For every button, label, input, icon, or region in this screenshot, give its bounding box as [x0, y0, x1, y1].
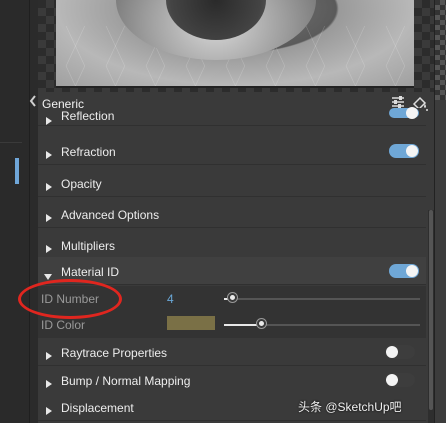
section-label: Bump / Normal Mapping: [61, 374, 191, 388]
expand-arrow-icon: [46, 146, 54, 159]
refraction-toggle[interactable]: [389, 144, 419, 158]
section-label: Material ID: [61, 265, 120, 279]
id-color-slider-handle[interactable]: [257, 319, 267, 328]
section-label: Raytrace Properties: [61, 346, 168, 360]
section-label: Displacement: [61, 401, 134, 415]
right-edge-scrollbar[interactable]: [434, 0, 446, 423]
section-bump-normal-mapping[interactable]: Bump / Normal Mapping: [38, 366, 426, 394]
id-number-slider-handle[interactable]: [227, 293, 237, 302]
expand-arrow-icon: [46, 178, 54, 191]
watermark-text: 头条 @SketchUp吧: [298, 400, 402, 414]
expand-arrow-icon: [46, 375, 54, 388]
left-divider: [0, 142, 22, 143]
section-refraction[interactable]: Refraction: [38, 137, 426, 165]
panel-scrollbar[interactable]: [428, 210, 434, 423]
material-id-toggle[interactable]: [389, 264, 419, 278]
expand-arrow-icon: [46, 240, 54, 253]
raytrace-toggle[interactable]: [385, 345, 415, 359]
left-side-panel: [0, 0, 30, 423]
section-label: Reflection: [61, 109, 115, 123]
expand-arrow-icon: [46, 209, 54, 222]
collapse-arrow-icon: [44, 267, 52, 280]
expand-arrow-icon: [46, 112, 54, 125]
id-number-slider-track[interactable]: [224, 298, 420, 300]
section-label: Refraction: [61, 145, 116, 159]
material-preview: [38, 0, 434, 92]
id-number-value[interactable]: 4: [167, 292, 174, 306]
selection-indicator: [15, 158, 19, 184]
section-multipliers[interactable]: Multipliers: [38, 231, 426, 259]
section-opacity[interactable]: Opacity: [38, 169, 426, 197]
reflection-toggle[interactable]: [389, 107, 419, 119]
section-label: Opacity: [61, 177, 102, 191]
section-raytrace-properties[interactable]: Raytrace Properties: [38, 338, 426, 366]
id-color-swatch[interactable]: [167, 316, 215, 330]
section-reflection[interactable]: Reflection: [38, 107, 426, 126]
section-label: Advanced Options: [61, 208, 160, 222]
preview-render-image: [56, 0, 414, 88]
expand-arrow-icon: [46, 347, 54, 360]
bump-toggle[interactable]: [385, 373, 415, 387]
material-settings-panel: Generic Reflection Refraction Opacity Ad…: [38, 92, 434, 423]
highlight-annotation-ring: [18, 279, 122, 319]
settings-sliders-icon[interactable]: [391, 95, 405, 109]
section-advanced-options[interactable]: Advanced Options: [38, 200, 426, 228]
id-color-label: ID Color: [41, 318, 86, 332]
expand-arrow-icon: [46, 402, 54, 415]
section-label: Multipliers: [61, 239, 116, 253]
